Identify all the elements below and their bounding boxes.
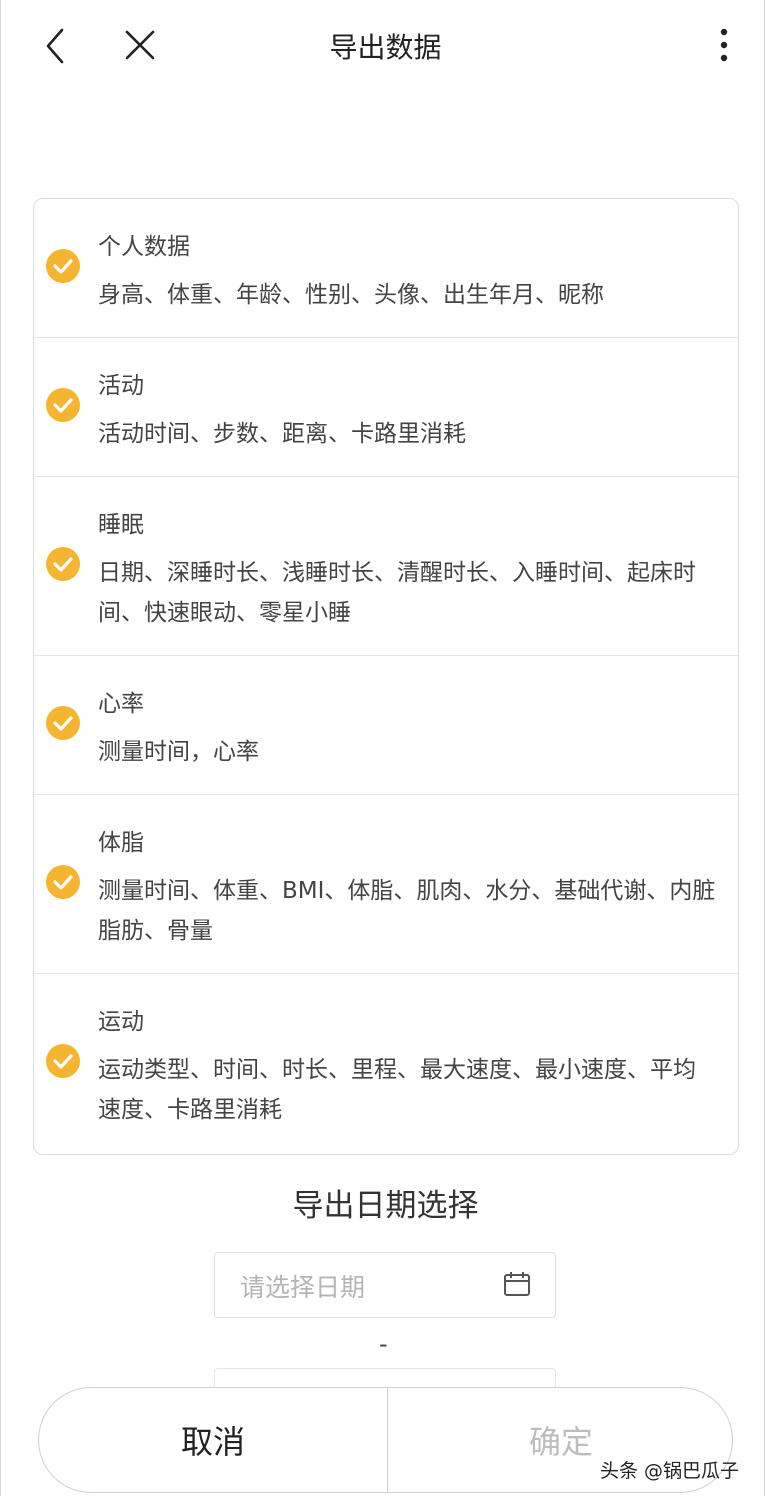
check-icon[interactable] [46,388,80,422]
section-activity[interactable]: 活动 活动时间、步数、距离、卡路里消耗 [34,338,738,477]
section-sleep[interactable]: 睡眠 日期、深睡时长、浅睡时长、清醒时长、入睡时间、起床时间、快速眼动、零星小睡 [34,477,738,656]
check-icon[interactable] [46,1044,80,1078]
check-icon[interactable] [46,249,80,283]
date-separator: - [379,1330,388,1358]
section-title: 运动 [98,1009,144,1035]
calendar-icon [504,1272,530,1296]
header: 导出数据 [0,0,765,95]
check-icon[interactable] [46,865,80,899]
section-heart-rate[interactable]: 心率 测量时间，心率 [34,656,738,795]
section-description: 身高、体重、年龄、性别、头像、出生年月、昵称 [98,282,604,308]
check-icon[interactable] [46,547,80,581]
section-title: 体脂 [98,830,144,856]
section-title: 个人数据 [98,234,190,260]
more-vertical-icon [720,28,728,62]
more-button[interactable] [708,26,740,66]
page-title: 导出数据 [329,31,442,64]
section-description: 测量时间，心率 [98,739,259,765]
cancel-button[interactable]: 取消 [39,1388,387,1492]
section-exercise[interactable]: 运动 运动类型、时间、时长、里程、最大速度、最小速度、平均速度、卡路里消耗 [34,974,738,1154]
section-title: 睡眠 [98,512,144,538]
section-description: 运动类型、时间、时长、里程、最大速度、最小速度、平均速度、卡路里消耗 [98,1057,696,1123]
section-title: 活动 [98,373,144,399]
date-selection-title: 导出日期选择 [292,1188,479,1224]
section-description: 活动时间、步数、距离、卡路里消耗 [98,421,466,447]
start-date-placeholder: 请选择日期 [240,1273,366,1302]
section-title: 心率 [98,691,144,717]
section-personal-data[interactable]: 个人数据 身高、体重、年龄、性别、头像、出生年月、昵称 [34,199,738,338]
section-body-fat[interactable]: 体脂 测量时间、体重、BMI、体脂、肌肉、水分、基础代谢、内脏脂肪、骨量 [34,795,738,974]
section-description: 测量时间、体重、BMI、体脂、肌肉、水分、基础代谢、内脏脂肪、骨量 [98,878,716,944]
left-edge [0,0,1,1496]
check-icon[interactable] [46,706,80,740]
data-category-card: 个人数据 身高、体重、年龄、性别、头像、出生年月、昵称 活动 活动时间、步数、距… [33,198,739,1155]
watermark: 头条 @锅巴瓜子 [600,1460,740,1482]
start-date-input[interactable]: 请选择日期 [214,1252,556,1318]
section-description: 日期、深睡时长、浅睡时长、清醒时长、入睡时间、起床时间、快速眼动、零星小睡 [98,560,696,626]
